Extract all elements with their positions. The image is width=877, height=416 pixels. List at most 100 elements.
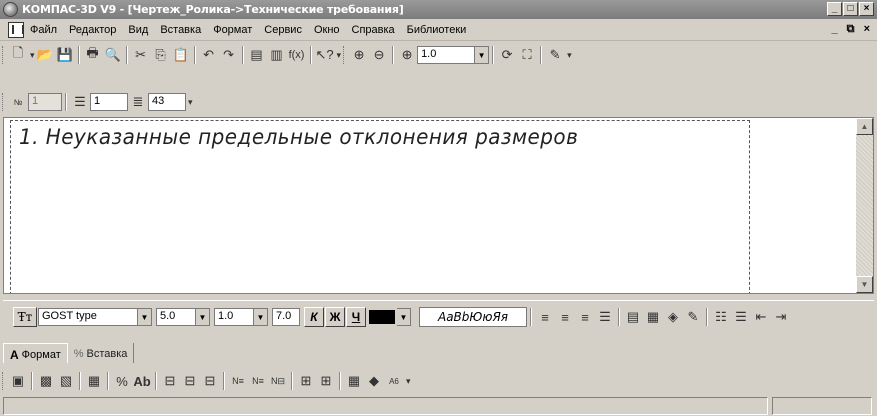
cut-icon[interactable]: ✂	[131, 45, 151, 65]
scroll-down-icon[interactable]: ▼	[856, 276, 873, 293]
zoom-out-icon[interactable]: ⊖	[369, 45, 389, 65]
save-icon[interactable]: 💾	[55, 45, 75, 65]
print-icon[interactable]: 🖶	[83, 45, 103, 65]
insert-file-icon[interactable]: ▧	[56, 371, 76, 391]
menu-libraries[interactable]: Библиотеки	[401, 24, 473, 36]
stretch-input[interactable]: 1.0	[214, 308, 254, 326]
toolbar-options-icon[interactable]: ▾	[188, 97, 193, 108]
menu-window[interactable]: Окно	[308, 24, 346, 36]
toolbar-grip[interactable]	[2, 46, 5, 64]
document-editor[interactable]: 1. Неуказанные предельные отклонения раз…	[3, 117, 874, 294]
mdi-controls[interactable]: _ ⧉ ×	[831, 23, 873, 36]
subscript-icon[interactable]: N≡	[248, 371, 268, 391]
toolbar-grip[interactable]	[2, 372, 5, 390]
superscript-icon[interactable]: N≡	[228, 371, 248, 391]
document-icon[interactable]	[8, 21, 24, 38]
paragraph-number-icon[interactable]: №	[8, 92, 28, 112]
special-char-icon[interactable]: ▦	[643, 307, 663, 327]
tab-format[interactable]: A Формат	[3, 343, 68, 363]
open-folder-icon[interactable]: 📂	[35, 45, 55, 65]
toolbar-grip[interactable]	[343, 46, 346, 64]
menu-view[interactable]: Вид	[122, 24, 154, 36]
tabulation-icon[interactable]: ≣	[128, 92, 148, 112]
toolbar-options-icon[interactable]: ▾	[406, 376, 411, 387]
tab-insert[interactable]: % Вставка	[68, 343, 135, 363]
numbered-list-icon[interactable]: ☷	[711, 307, 731, 327]
font-name-input[interactable]: GOST type	[38, 308, 138, 326]
increase-indent-icon[interactable]: ⇥	[771, 307, 791, 327]
toolbar-grip[interactable]	[2, 93, 5, 111]
copy-icon[interactable]: ⎘	[151, 45, 171, 65]
font-size-input[interactable]: 5.0	[156, 308, 196, 326]
align-left-icon[interactable]: ≡	[535, 307, 555, 327]
table-grid-icon[interactable]: ▦	[344, 371, 364, 391]
toolbar-options-icon[interactable]: ▾	[567, 50, 572, 61]
menu-service[interactable]: Сервис	[258, 24, 308, 36]
properties-icon[interactable]: ✎	[545, 45, 565, 65]
insert-text-template-icon[interactable]: Ab	[132, 371, 152, 391]
vertical-scrollbar[interactable]: ▲ ▼	[856, 118, 873, 293]
paragraph-number-input[interactable]: 1	[28, 93, 62, 111]
decrease-indent-icon[interactable]: ⇤	[751, 307, 771, 327]
help-pointer-icon[interactable]: ↖?	[315, 45, 335, 65]
menu-insert[interactable]: Вставка	[154, 24, 207, 36]
color-dropdown-icon[interactable]: ▼	[397, 308, 411, 326]
maximize-button[interactable]: □	[843, 2, 858, 16]
new-document-icon[interactable]: 🗋	[8, 45, 28, 65]
insert-symbol-icon[interactable]: %	[112, 371, 132, 391]
zoom-in-icon[interactable]: ⊕	[349, 45, 369, 65]
align-center-icon[interactable]: ≡	[555, 307, 575, 327]
font-dropdown-icon[interactable]: ▼	[138, 308, 152, 326]
bold-button[interactable]: Ж	[325, 307, 345, 327]
undo-icon[interactable]: ↶	[199, 45, 219, 65]
vertical-text-icon[interactable]: A6	[384, 371, 404, 391]
deviation-alt-icon[interactable]: ⊞	[316, 371, 336, 391]
fraction-alt-icon[interactable]: ⊟	[180, 371, 200, 391]
bulleted-list-icon[interactable]: ☰	[731, 307, 751, 327]
text-frame[interactable]: 1. Неуказанные предельные отклонения раз…	[10, 120, 750, 293]
insert-fragment-icon[interactable]: ▣	[8, 371, 28, 391]
menu-edit[interactable]: Редактор	[63, 24, 122, 36]
print-preview-icon[interactable]: 🔍	[103, 45, 123, 65]
deviation-icon[interactable]: ⊞	[296, 371, 316, 391]
stretch-dropdown-icon[interactable]: ▼	[254, 308, 268, 326]
insert-text-icon[interactable]: ▤	[623, 307, 643, 327]
menu-help[interactable]: Справка	[346, 24, 401, 36]
insert-table-icon[interactable]: ▦	[84, 371, 104, 391]
redo-icon[interactable]: ↷	[219, 45, 239, 65]
tabulation-input[interactable]: 43	[148, 93, 186, 111]
menu-file[interactable]: Файл	[24, 24, 63, 36]
fraction-small-icon[interactable]: ⊟	[200, 371, 220, 391]
index-icon[interactable]: N⊟	[268, 371, 288, 391]
insert-object-icon[interactable]: ▩	[36, 371, 56, 391]
justify-icon[interactable]: ☰	[595, 307, 615, 327]
zoom-input[interactable]: 1.0	[417, 46, 476, 64]
spell-check-icon[interactable]: ✎	[683, 307, 703, 327]
manager-icon[interactable]: ▤	[247, 45, 267, 65]
zoom-frame-icon[interactable]: ⊕	[397, 45, 417, 65]
font-size-dropdown-icon[interactable]: ▼	[196, 308, 210, 326]
scroll-up-icon[interactable]: ▲	[856, 118, 873, 135]
minimize-button[interactable]: _	[827, 2, 842, 16]
zoom-dropdown-icon[interactable]: ▼	[475, 46, 490, 64]
align-right-icon[interactable]: ≡	[575, 307, 595, 327]
step-input[interactable]: 7.0	[272, 308, 300, 326]
close-button[interactable]: ×	[859, 2, 874, 16]
list-level-icon[interactable]: ☰	[70, 92, 90, 112]
text-color-swatch[interactable]	[369, 310, 395, 324]
list-level-input[interactable]: 1	[90, 93, 128, 111]
toolbar-options-icon[interactable]: ▾	[337, 50, 342, 61]
insert-picture-icon[interactable]: ◈	[663, 307, 683, 327]
function-icon[interactable]: f(x)	[287, 45, 307, 65]
paste-icon[interactable]: 📋	[171, 45, 191, 65]
text-style-icon[interactable]: Ŧт	[13, 307, 37, 327]
refresh-icon[interactable]: ⟳	[497, 45, 517, 65]
menu-format[interactable]: Формат	[207, 24, 258, 36]
fraction-icon[interactable]: ⊟	[160, 371, 180, 391]
marker-icon[interactable]: ◆	[364, 371, 384, 391]
variables-icon[interactable]: ▥	[267, 45, 287, 65]
show-all-icon[interactable]: ⛶	[517, 45, 537, 65]
underline-button[interactable]: Ч	[346, 307, 366, 327]
requirement-text[interactable]: 1. Неуказанные предельные отклонения раз…	[19, 125, 578, 149]
italic-button[interactable]: К	[304, 307, 324, 327]
